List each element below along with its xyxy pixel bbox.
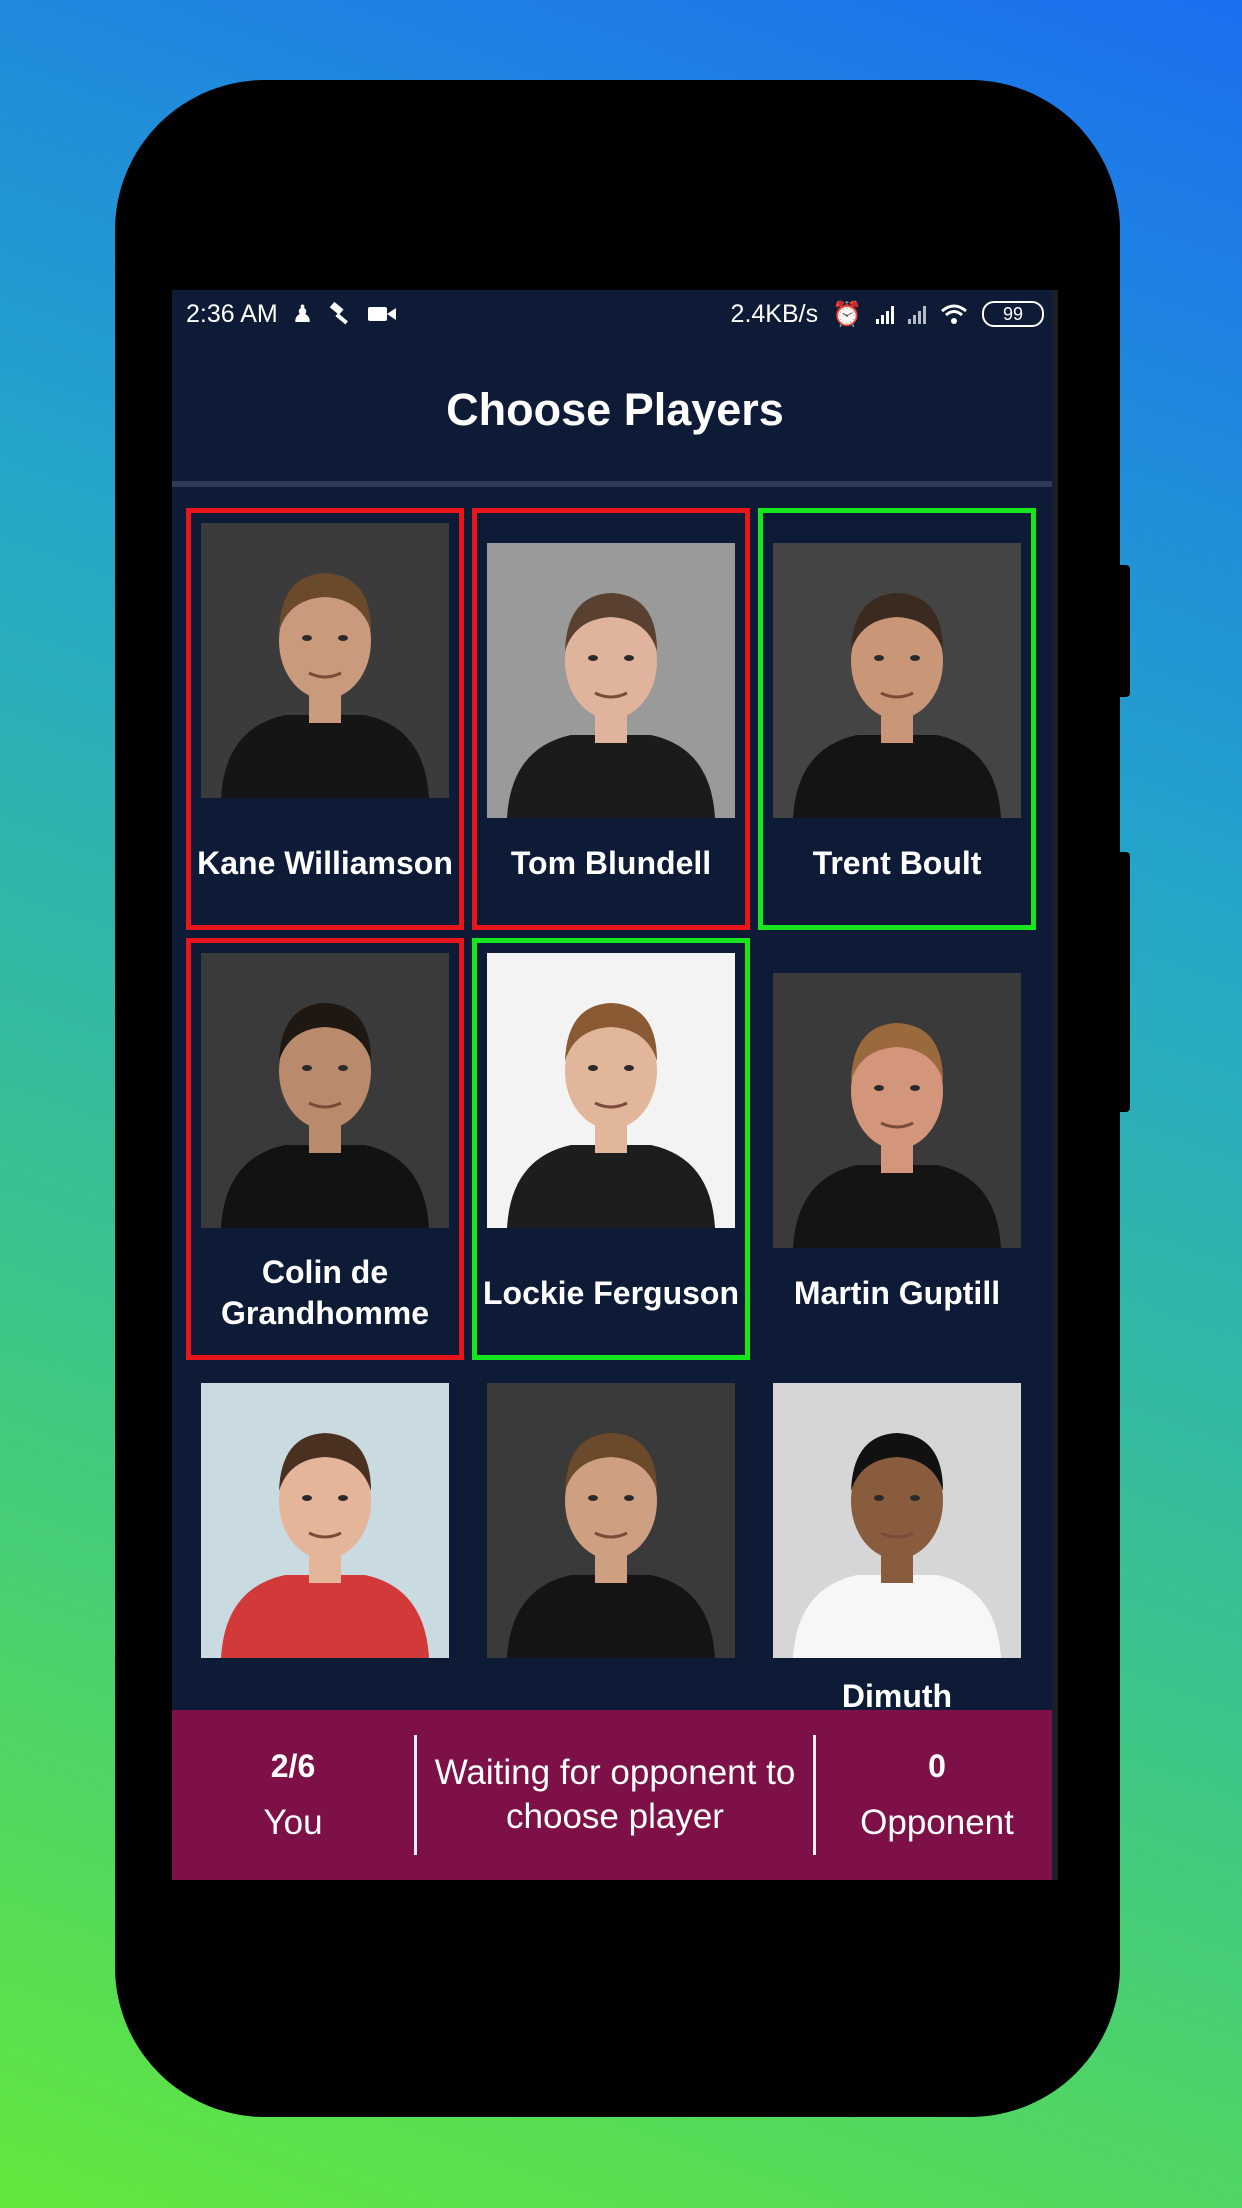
player-photo — [773, 973, 1021, 1248]
player-name: Lockie Ferguson — [482, 1274, 740, 1311]
you-score-block: 2/6 You — [172, 1748, 414, 1843]
divider — [414, 1735, 417, 1855]
status-message: Waiting for opponent to choose player — [434, 1753, 796, 1836]
player-photo — [773, 543, 1021, 818]
player-photo — [773, 1383, 1021, 1658]
player-card[interactable]: Colin de Grandhomme — [186, 938, 464, 1360]
volume-button — [1120, 565, 1130, 697]
you-score: 2/6 — [270, 1747, 316, 1784]
player-photo — [201, 953, 449, 1228]
player-name: Kane Williamson — [197, 844, 453, 881]
player-card[interactable]: Lockie Ferguson — [472, 938, 750, 1360]
power-button — [1120, 852, 1130, 1112]
player-name: Trent Boult — [812, 844, 982, 881]
player-card[interactable]: Martin Guptill — [758, 938, 1036, 1360]
player-photo — [487, 543, 735, 818]
player-photo — [201, 523, 449, 798]
player-photo — [487, 1383, 735, 1658]
player-name: Martin Guptill — [793, 1274, 1001, 1311]
opponent-score-block: 0 Opponent — [816, 1748, 1058, 1843]
player-card[interactable]: Tom Blundell — [472, 508, 750, 930]
player-photo — [487, 953, 735, 1228]
score-bar: 2/6 You Waiting for opponent to choose p… — [172, 1710, 1058, 1880]
screen-edge — [1052, 290, 1058, 1880]
divider — [813, 1735, 816, 1855]
player-card[interactable]: Kane Williamson — [186, 508, 464, 930]
you-label: You — [263, 1802, 323, 1842]
player-photo — [201, 1383, 449, 1658]
player-card[interactable]: Trent Boult — [758, 508, 1036, 930]
opponent-label: Opponent — [860, 1802, 1014, 1842]
opponent-score: 0 — [928, 1747, 946, 1784]
player-grid: Kane Williamson Tom Blundell Trent Boult Co… — [172, 290, 1058, 1714]
player-name: Tom Blundell — [510, 844, 712, 881]
app-screen: 2:36 AM ♟ 2.4KB/s ⏰ 99 Choose Players Ka… — [172, 290, 1058, 1880]
player-name: Colin de Grandhomme — [220, 1254, 430, 1331]
